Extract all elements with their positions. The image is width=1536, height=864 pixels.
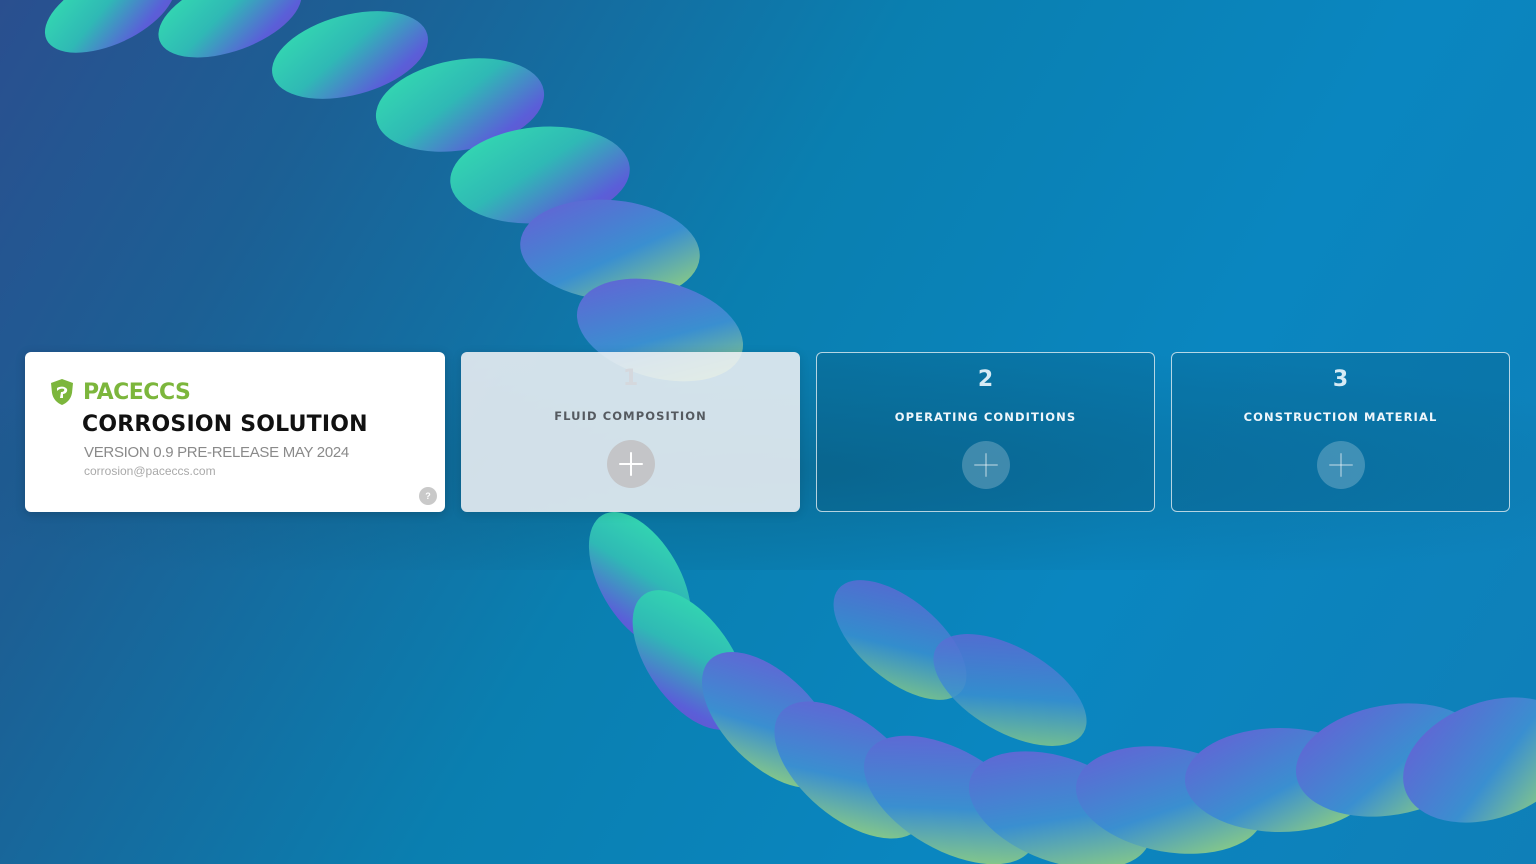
step-number: 1 (622, 366, 639, 391)
shield-logo-icon (51, 379, 73, 405)
step-card-construction-material[interactable]: 3 CONSTRUCTION MATERIAL (1171, 352, 1510, 512)
app-title: CORROSION SOLUTION (82, 412, 368, 437)
add-construction-material-button[interactable] (1316, 441, 1365, 489)
plus-icon (973, 453, 998, 477)
add-fluid-composition-button[interactable] (606, 440, 655, 488)
brand-logo-row: PACECCS (49, 378, 191, 406)
help-button[interactable]: ? (419, 487, 437, 505)
step-card-fluid-composition[interactable]: 1 FLUID COMPOSITION (461, 352, 800, 512)
contact-email: corrosion@paceccs.com (84, 464, 216, 478)
step-card-operating-conditions[interactable]: 2 OPERATING CONDITIONS (816, 352, 1155, 512)
step-label: FLUID COMPOSITION (554, 409, 707, 423)
plus-icon (1328, 453, 1353, 477)
brand-card: PACECCS CORROSION SOLUTION VERSION 0.9 P… (25, 352, 445, 512)
step-label: CONSTRUCTION MATERIAL (1243, 410, 1438, 424)
step-number: 3 (1332, 367, 1349, 392)
brand-name: PACECCS (83, 379, 191, 405)
step-number: 2 (977, 367, 994, 392)
version-text: VERSION 0.9 PRE-RELEASE MAY 2024 (84, 444, 349, 461)
plus-icon (618, 452, 643, 476)
add-operating-conditions-button[interactable] (961, 441, 1010, 489)
step-label: OPERATING CONDITIONS (894, 410, 1077, 424)
